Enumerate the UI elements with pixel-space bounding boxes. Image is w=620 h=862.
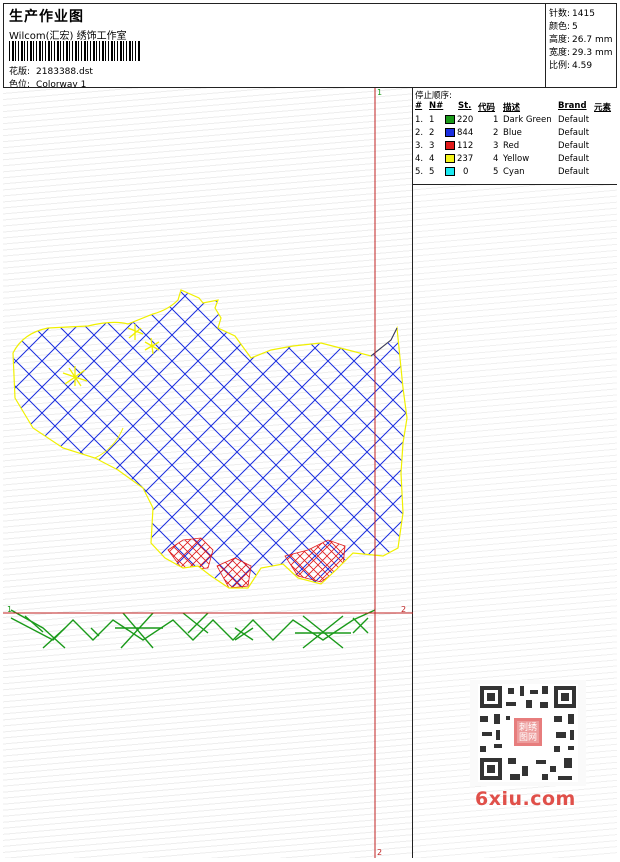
guide-marker-bottom: 2 — [377, 848, 383, 857]
row-brand: Default — [558, 128, 590, 138]
col-header-needle: N# — [429, 101, 444, 111]
row-stitches: 0 — [463, 167, 469, 177]
table-row: 1. 1 220 1 Dark Green Default — [413, 115, 617, 128]
row-needle: 5 — [429, 167, 435, 177]
row-brand: Default — [558, 154, 590, 164]
stat-label: 颜色: — [549, 22, 571, 32]
guide-marker-left: 1 — [7, 605, 13, 614]
design-file-value: 2183388.dst — [36, 67, 93, 77]
stop-sequence-title: 停止顺序: — [415, 91, 452, 101]
color-swatch — [445, 115, 455, 124]
table-row: 4. 4 237 4 Yellow Default — [413, 154, 617, 167]
color-swatch — [445, 167, 455, 176]
stat-label: 宽度: — [549, 48, 571, 58]
row-index: 5. — [415, 167, 424, 177]
row-index: 2. — [415, 128, 424, 138]
table-row: 2. 2 844 2 Blue Default — [413, 128, 617, 141]
row-needle: 4 — [429, 154, 435, 164]
design-file-row: 花版: 2183388.dst — [9, 64, 93, 77]
row-description: Cyan — [503, 167, 525, 177]
watermark-brand-text: 6xiu.com — [475, 788, 576, 810]
green-cross-stitch-border — [10, 609, 376, 649]
stat-colors: 颜色: 5 — [549, 19, 578, 32]
stat-label: 比例: — [549, 61, 571, 71]
col-header-description: 描述 — [503, 103, 521, 113]
row-description: Dark Green — [503, 115, 552, 125]
color-swatch — [445, 128, 455, 137]
barcode-image — [9, 41, 141, 61]
row-index: 3. — [415, 141, 424, 151]
guide-marker-right: 2 — [401, 605, 407, 614]
design-file-label: 花版: — [9, 67, 31, 77]
color-swatch — [445, 154, 455, 163]
col-header-index: # — [415, 101, 423, 111]
col-header-element: 元素 — [594, 103, 612, 113]
stat-height: 高度: 26.7 mm — [549, 32, 612, 45]
stat-value: 5 — [572, 22, 578, 32]
col-header-brand: Brand — [558, 101, 587, 111]
qr-center-caption: 刺绣图网 — [518, 723, 537, 743]
stat-value: 29.3 mm — [572, 48, 613, 58]
row-description: Blue — [503, 128, 522, 138]
row-index: 1. — [415, 115, 424, 125]
row-brand: Default — [558, 167, 590, 177]
row-needle: 1 — [429, 115, 435, 125]
row-needle: 2 — [429, 128, 435, 138]
row-code: 2 — [493, 128, 499, 138]
design-preview-canvas: 1 2 1 2 — [3, 88, 413, 858]
stop-sequence-table: 停止顺序: # N# St. 代码 描述 Brand 元素 1. 1 220 1… — [413, 88, 617, 185]
row-code: 3 — [493, 141, 499, 151]
col-header-stitches: St. — [458, 101, 472, 111]
stat-label: 高度: — [549, 35, 571, 45]
row-code: 1 — [493, 115, 499, 125]
row-stitches: 237 — [457, 154, 474, 164]
header-panel: 生产作业图 Wilcom(汇宏) 绣饰工作室 花版: 2183388.dst 色位… — [3, 3, 546, 90]
stat-value: 1415 — [572, 9, 595, 19]
row-needle: 3 — [429, 141, 435, 151]
stat-stitches: 针数: 1415 — [549, 6, 595, 19]
table-row: 5. 5 0 5 Cyan Default — [413, 167, 617, 180]
stat-value: 4.59 — [572, 61, 593, 71]
row-description: Yellow — [503, 154, 530, 164]
row-code: 5 — [493, 167, 499, 177]
embroidery-preview — [3, 88, 413, 858]
guide-marker-top: 1 — [377, 88, 383, 97]
stat-value: 26.7 mm — [572, 35, 613, 45]
row-stitches: 220 — [457, 115, 474, 125]
row-code: 4 — [493, 154, 499, 164]
watermark-qr-code: 刺绣图网 — [470, 680, 586, 786]
row-description: Red — [503, 141, 520, 151]
stats-panel: 针数: 1415 颜色: 5 高度: 26.7 mm 宽度: 29.3 mm 比例: 4.… — [546, 3, 617, 88]
blue-fill-region — [13, 290, 407, 588]
company-name: Wilcom(汇宏) 绣饰工作室 — [9, 31, 127, 42]
stat-scale: 比例: 4.59 — [549, 58, 592, 71]
row-stitches: 112 — [457, 141, 474, 151]
row-brand: Default — [558, 115, 590, 125]
row-index: 4. — [415, 154, 424, 164]
page-title: 生产作业图 — [9, 9, 84, 25]
row-brand: Default — [558, 141, 590, 151]
row-stitches: 844 — [457, 128, 474, 138]
stat-label: 针数: — [549, 9, 571, 19]
stat-width: 宽度: 29.3 mm — [549, 45, 612, 58]
color-swatch — [445, 141, 455, 150]
col-header-code: 代码 — [478, 103, 496, 113]
table-row: 3. 3 112 3 Red Default — [413, 141, 617, 154]
